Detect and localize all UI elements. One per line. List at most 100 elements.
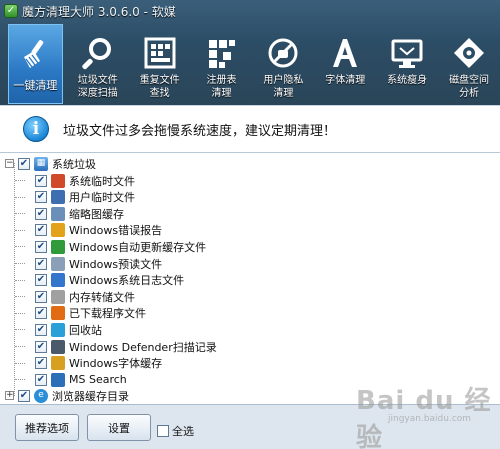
tree-node-child[interactable]: ✔ Windows预读文件 xyxy=(35,255,162,272)
select-all-label: 全选 xyxy=(172,425,194,438)
search-icon xyxy=(51,372,65,387)
tree-checkbox[interactable]: ✔ xyxy=(35,191,47,204)
tree-branch-line xyxy=(15,263,25,264)
ie-browser-icon: e xyxy=(34,388,48,403)
tree-node-child[interactable]: ✔ 用户临时文件 xyxy=(35,189,135,206)
tool-label: 字体清理 xyxy=(325,75,366,86)
main-toolbar: 一键清理 垃圾文件 深度扫描 重复文件 查找 注册表 清理 用户隐私 清理 字体… xyxy=(0,24,500,104)
tree-checkbox[interactable]: ✔ xyxy=(35,207,47,220)
tip-banner: i 垃圾文件过多会拖慢系统速度，建议定期清理！ xyxy=(0,105,500,153)
tree-checkbox[interactable]: ✔ xyxy=(35,274,47,287)
disk-icon xyxy=(450,34,488,72)
tool-label: 垃圾文件 深度扫描 xyxy=(77,75,118,99)
tool-disk-analysis[interactable]: 磁盘空间 分析 xyxy=(438,24,500,104)
tree-checkbox[interactable]: ✔ xyxy=(18,157,30,170)
tree-node-child[interactable]: ✔ Windows系统日志文件 xyxy=(35,272,184,289)
tree-branch-line xyxy=(15,279,25,281)
windows-flag-icon xyxy=(51,173,65,188)
tree-node-child[interactable]: ✔ 回收站 xyxy=(35,321,102,338)
settings-button[interactable]: 设置 xyxy=(87,414,151,441)
tree-checkbox[interactable]: ✔ xyxy=(35,340,47,353)
tree-branch-line xyxy=(15,213,25,215)
font-a-icon xyxy=(326,34,364,72)
tree-node-label: Windows字体缓存 xyxy=(69,357,163,371)
expand-toggle[interactable]: + xyxy=(5,391,14,400)
download-icon xyxy=(51,306,65,321)
tree-checkbox[interactable]: ✔ xyxy=(35,323,47,336)
user-folder-icon xyxy=(51,190,65,205)
header-area: ✓ 魔方清理大师 3.0.6.0 - 软媒 一键清理 垃圾文件 深度扫描 重复文… xyxy=(0,0,500,105)
tree-node-system-junk[interactable]: − ✔ ▦ 系统垃圾 xyxy=(5,155,96,172)
tree-checkbox[interactable]: ✔ xyxy=(35,290,47,303)
thumbnail-icon xyxy=(51,206,65,221)
tree-node-child[interactable]: ✔ Windows Defender扫描记录 xyxy=(35,338,217,355)
tree-node-label: 用户临时文件 xyxy=(69,191,135,205)
grid-icon xyxy=(141,34,179,72)
privacy-icon xyxy=(264,34,302,72)
tool-registry-clean[interactable]: 注册表 清理 xyxy=(191,24,253,104)
tree-branch-line xyxy=(15,362,25,364)
tree-checkbox[interactable]: ✔ xyxy=(35,373,47,386)
tool-label: 磁盘空间 分析 xyxy=(449,75,490,99)
tree-checkbox[interactable]: ✔ xyxy=(35,224,47,237)
tree-checkbox[interactable]: ✔ xyxy=(35,307,47,320)
tree-checkbox[interactable]: ✔ xyxy=(35,357,47,370)
log-icon xyxy=(51,273,65,288)
tool-privacy-clean[interactable]: 用户隐私 清理 xyxy=(252,24,314,104)
tool-font-clean[interactable]: 字体清理 xyxy=(314,24,376,104)
magnifier-icon xyxy=(79,34,117,72)
blocks-icon xyxy=(203,34,241,72)
tree-node-browser-cache[interactable]: + ✔ e 浏览器缓存目录 xyxy=(5,387,129,404)
tree-node-child[interactable]: ✔ 系统临时文件 xyxy=(35,172,135,189)
tree-node-label: Windows系统日志文件 xyxy=(69,274,185,288)
select-all[interactable]: 全选 xyxy=(157,423,194,439)
tree-node-label: Windows自动更新缓存文件 xyxy=(69,240,207,254)
prefetch-icon xyxy=(51,256,65,271)
tree-node-label: MS Search xyxy=(69,373,127,387)
window-title: 魔方清理大师 3.0.6.0 - 软媒 xyxy=(22,4,176,19)
tool-system-slim[interactable]: 系统瘦身 xyxy=(376,24,438,104)
windows-logo-icon: ▦ xyxy=(34,156,48,171)
tree-branch-line xyxy=(15,329,25,331)
tool-duplicate-files[interactable]: 重复文件 查找 xyxy=(129,24,191,104)
monitor-icon xyxy=(388,34,426,72)
tool-label: 注册表 清理 xyxy=(206,75,237,99)
memory-dump-icon xyxy=(51,289,65,304)
tree-branch-line xyxy=(15,346,25,347)
tree-branch-line xyxy=(15,229,25,231)
tool-one-click-clean[interactable]: 一键清理 xyxy=(8,24,63,104)
tree-node-child[interactable]: ✔ Windows错误报告 xyxy=(35,222,162,239)
collapse-toggle[interactable]: − xyxy=(5,159,14,168)
tree-checkbox[interactable]: ✔ xyxy=(35,240,47,253)
tree-checkbox[interactable]: ✔ xyxy=(35,257,47,270)
select-all-checkbox[interactable] xyxy=(157,425,169,437)
tree-branch-line xyxy=(15,296,25,298)
tree-node-child[interactable]: ✔ 缩略图缓存 xyxy=(35,205,124,222)
cleanup-tree: − ✔ ▦ 系统垃圾 ✔ 系统临时文件 ✔ 用户临时文件 ✔ 缩略图缓存 ✔ Windows错… xyxy=(0,153,500,404)
tree-branch-line xyxy=(15,312,25,314)
tree-branch-line xyxy=(15,196,25,198)
tree-node-child[interactable]: ✔ Windows自动更新缓存文件 xyxy=(35,238,206,255)
tool-label: 重复文件 查找 xyxy=(139,75,180,99)
info-icon: i xyxy=(23,116,49,142)
recycle-icon xyxy=(51,322,65,337)
tree-branch-line xyxy=(15,246,25,248)
tree-node-label: 系统临时文件 xyxy=(69,174,135,188)
tree-node-label: 系统垃圾 xyxy=(52,157,96,171)
tree-node-child[interactable]: ✔ 内存转储文件 xyxy=(35,288,135,305)
tree-checkbox[interactable]: ✔ xyxy=(18,389,30,402)
app-logo-icon: ✓ xyxy=(4,4,18,18)
recommend-button[interactable]: 推荐选项 xyxy=(15,414,79,441)
tree-node-child[interactable]: ✔ MS Search xyxy=(35,371,127,388)
tree-branch-line xyxy=(15,379,25,381)
tool-deep-scan[interactable]: 垃圾文件 深度扫描 xyxy=(67,24,129,104)
tool-label: 系统瘦身 xyxy=(387,75,428,86)
tree-node-label: 内存转储文件 xyxy=(69,290,135,304)
tree-node-child[interactable]: ✔ Windows字体缓存 xyxy=(35,355,162,372)
update-icon xyxy=(51,239,65,254)
tree-node-child[interactable]: ✔ 已下载程序文件 xyxy=(35,305,146,322)
tree-node-label: 已下载程序文件 xyxy=(69,307,146,321)
error-report-icon xyxy=(51,223,65,238)
tree-branch-line xyxy=(15,180,25,181)
tree-checkbox[interactable]: ✔ xyxy=(35,174,47,187)
